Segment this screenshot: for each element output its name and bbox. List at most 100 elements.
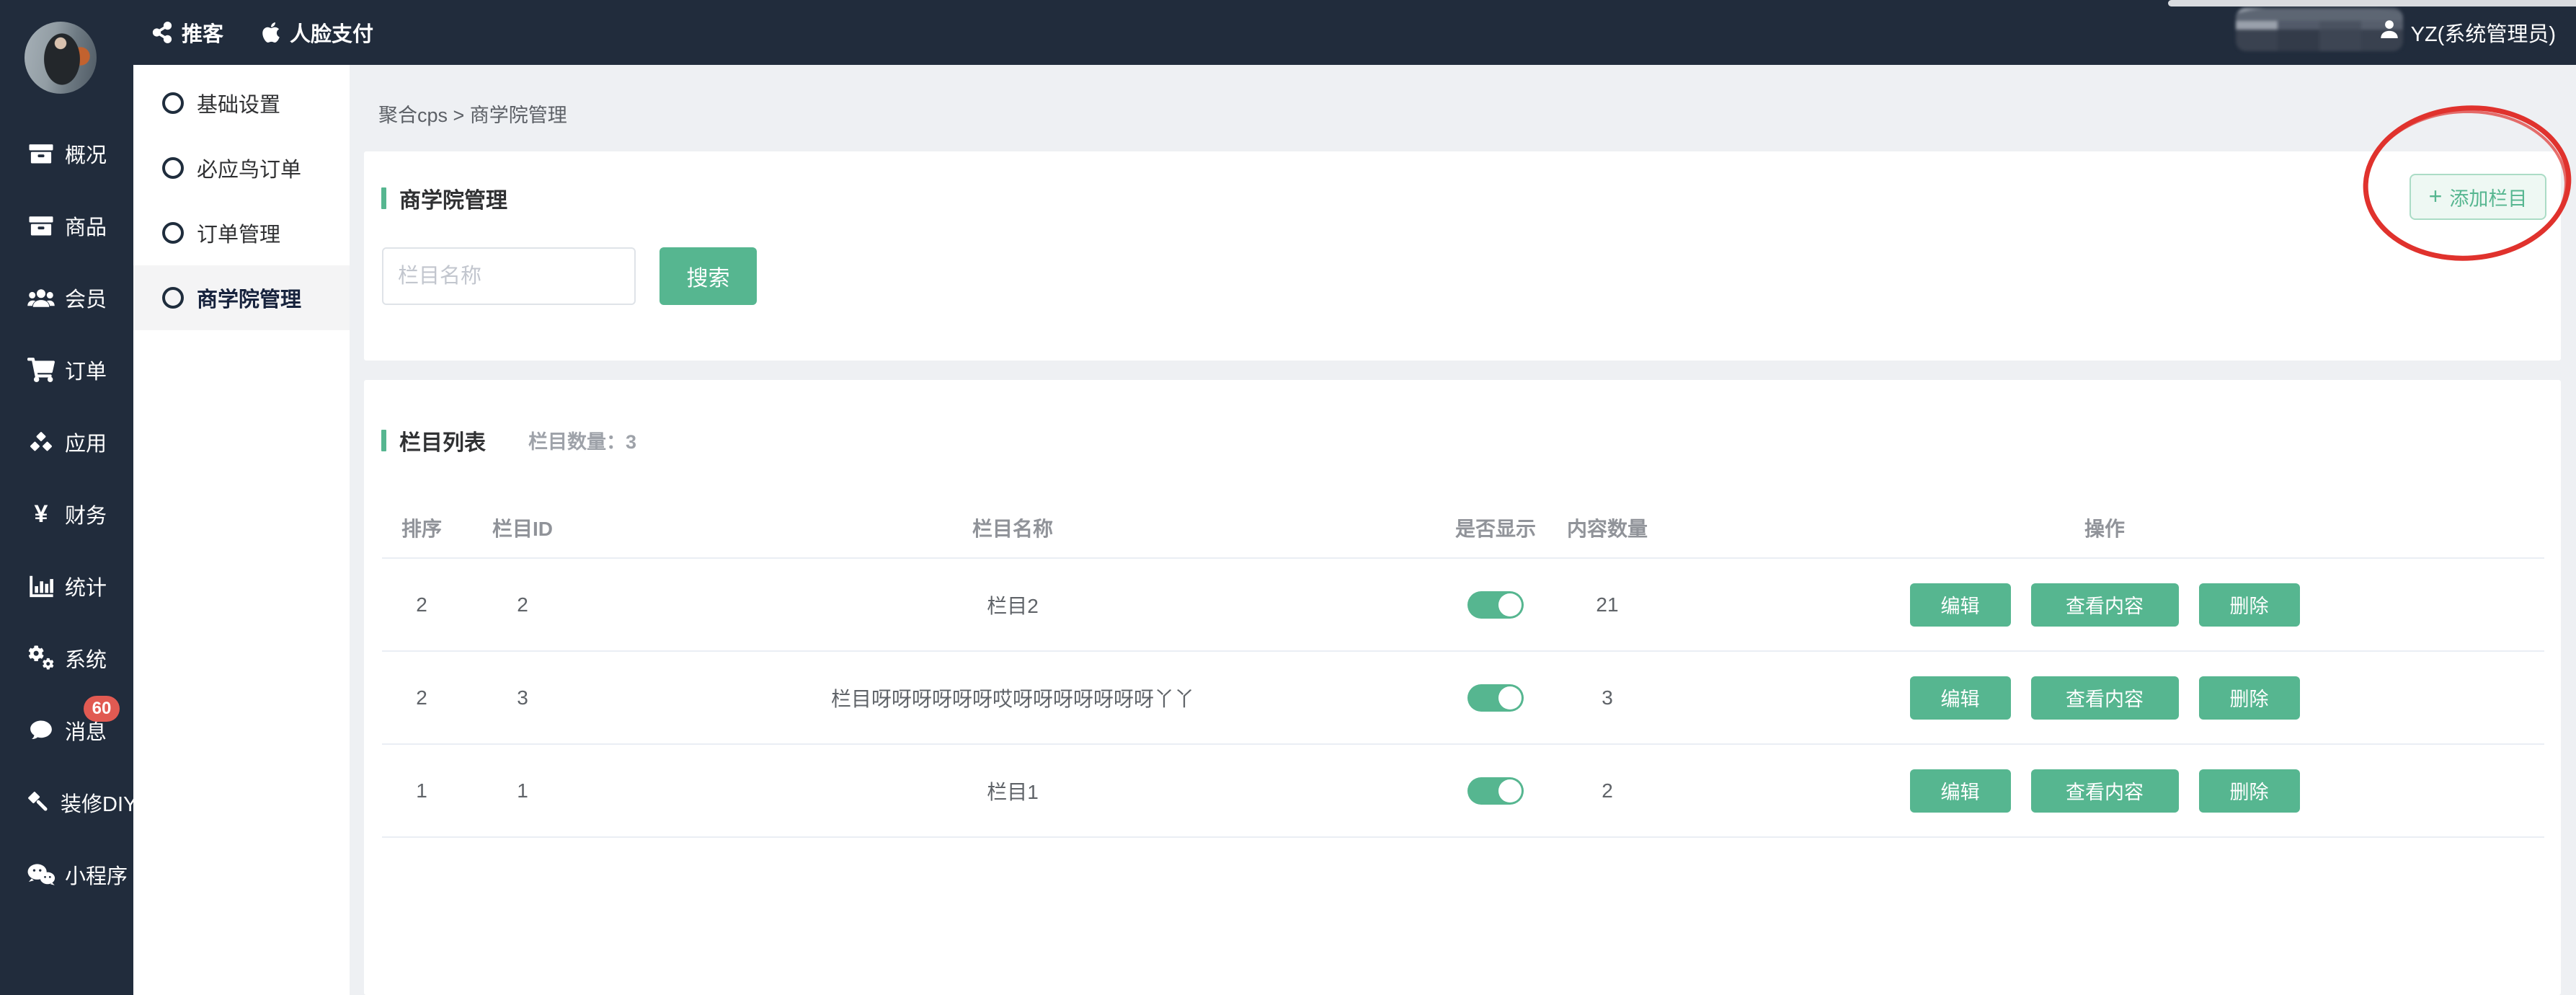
archive-icon <box>26 141 56 167</box>
main-content: 聚合cps > 商学院管理 商学院管理 搜索 + 添加栏目 栏目列表 栏目数量：… <box>350 65 2576 995</box>
user-label: YZ(系统管理员) <box>2411 17 2556 48</box>
visibility-toggle[interactable] <box>1467 684 1524 712</box>
visibility-toggle[interactable] <box>1467 777 1524 805</box>
breadcrumb: 聚合cps > 商学院管理 <box>378 100 567 128</box>
view-content-button[interactable]: 查看内容 <box>2031 583 2179 627</box>
column-header-name: 栏目名称 <box>584 513 1442 542</box>
share-icon <box>151 22 173 43</box>
row-id: 3 <box>461 686 584 709</box>
edit-button[interactable]: 编辑 <box>1910 769 2011 813</box>
sidebar-item-stats[interactable]: 统计 <box>0 550 133 622</box>
add-column-button[interactable]: + 添加栏目 <box>2410 174 2546 220</box>
column-name-input[interactable] <box>382 247 636 305</box>
delete-button[interactable]: 删除 <box>2199 676 2300 720</box>
sidebar-item-apps[interactable]: 应用 <box>0 406 133 478</box>
sidebar-item-system[interactable]: 系统 <box>0 622 133 694</box>
row-sort: 2 <box>382 686 461 709</box>
sidebar-item-label: 小程序 <box>65 859 128 890</box>
row-actions: 编辑 查看内容 删除 <box>1665 583 2544 627</box>
row-name: 栏目呀呀呀呀呀呀哎呀呀呀呀呀呀呀丫丫 <box>584 684 1442 712</box>
top-navbar: 推客 人脸支付 YZ(系统管理员) <box>0 0 2576 65</box>
table-body: 2 2 栏目2 21 编辑 查看内容 删除 2 3 栏目呀呀呀呀呀呀哎呀呀呀呀呀… <box>382 559 2544 838</box>
sidebar-item-label: 装修DIY <box>61 787 137 818</box>
user-menu[interactable]: YZ(系统管理员) <box>2378 0 2556 65</box>
main-sidebar: 概况 商品 会员 订单 应用 ¥ 财务 <box>0 0 133 995</box>
view-content-button[interactable]: 查看内容 <box>2031 676 2179 720</box>
sidebar-item-orders[interactable]: 订单 <box>0 334 133 406</box>
title-accent-bar <box>381 430 386 451</box>
sidebar-item-label: 统计 <box>65 571 107 601</box>
submenu-item-label: 商学院管理 <box>197 283 301 313</box>
search-button[interactable]: 搜索 <box>659 247 757 305</box>
sidebar-item-messages[interactable]: 消息 60 <box>0 694 133 766</box>
submenu-item-order-management[interactable]: 订单管理 <box>133 200 350 265</box>
row-id: 1 <box>461 779 584 802</box>
row-visible <box>1442 777 1550 805</box>
yen-icon: ¥ <box>26 502 56 526</box>
sidebar-item-overview[interactable]: 概况 <box>0 118 133 190</box>
delete-button[interactable]: 删除 <box>2199 769 2300 813</box>
wechat-icon <box>26 862 56 887</box>
submenu-item-label: 订单管理 <box>197 218 280 248</box>
row-sort: 2 <box>382 593 461 616</box>
topbar-item-face-pay[interactable]: 人脸支付 <box>261 17 373 48</box>
visibility-toggle[interactable] <box>1467 591 1524 619</box>
row-count: 2 <box>1550 779 1665 802</box>
sidebar-item-label: 概况 <box>65 138 107 169</box>
toggle-knob <box>1498 686 1522 709</box>
sidebar-item-label: 系统 <box>65 643 107 673</box>
archive-icon <box>26 213 56 239</box>
page-title: 商学院管理 <box>399 182 507 214</box>
row-count: 3 <box>1550 686 1665 709</box>
row-actions: 编辑 查看内容 删除 <box>1665 676 2544 720</box>
toggle-knob <box>1498 779 1522 802</box>
message-count-badge: 60 <box>84 696 120 722</box>
sidebar-item-decorate-diy[interactable]: 装修DIY <box>0 766 133 839</box>
toggle-knob <box>1498 593 1522 616</box>
add-column-label: 添加栏目 <box>2449 183 2527 211</box>
sidebar-item-mini-program[interactable]: 小程序 <box>0 839 133 911</box>
sidebar-item-label: 订单 <box>65 355 107 385</box>
user-icon <box>2378 18 2401 47</box>
row-count: 21 <box>1550 593 1665 616</box>
submenu-item-label: 必应鸟订单 <box>197 153 301 183</box>
list-title: 栏目列表 <box>399 425 486 456</box>
avatar[interactable] <box>25 22 97 94</box>
column-header-visible: 是否显示 <box>1442 513 1550 542</box>
table-row: 1 1 栏目1 2 编辑 查看内容 删除 <box>382 745 2544 838</box>
sidebar-item-label: 会员 <box>65 283 107 313</box>
row-name: 栏目1 <box>584 777 1442 805</box>
edit-button[interactable]: 编辑 <box>1910 583 2011 627</box>
sidebar-item-members[interactable]: 会员 <box>0 262 133 334</box>
edit-button[interactable]: 编辑 <box>1910 676 2011 720</box>
title-accent-bar <box>381 187 386 209</box>
scrollbar-remnant <box>2168 0 2576 6</box>
submenu-item-bingyingniao-orders[interactable]: 必应鸟订单 <box>133 136 350 200</box>
topbar-item-label: 推客 <box>182 17 223 48</box>
column-header-actions: 操作 <box>1665 513 2544 542</box>
row-visible <box>1442 684 1550 712</box>
sidebar-item-finance[interactable]: ¥ 财务 <box>0 478 133 550</box>
row-name: 栏目2 <box>584 591 1442 619</box>
search-card: 商学院管理 搜索 + 添加栏目 <box>364 151 2561 361</box>
sidebar-item-goods[interactable]: 商品 <box>0 190 133 262</box>
topbar-item-tuike[interactable]: 推客 <box>151 17 223 48</box>
plus-icon: + <box>2429 185 2443 208</box>
comment-icon <box>26 718 56 743</box>
cubes-icon <box>26 429 56 455</box>
column-header-id: 栏目ID <box>461 513 584 542</box>
secondary-menu: 基础设置 必应鸟订单 订单管理 商学院管理 <box>133 65 350 995</box>
submenu-item-label: 基础设置 <box>197 88 280 118</box>
gavel-icon <box>26 790 52 815</box>
column-header-sort: 排序 <box>382 513 461 542</box>
submenu-item-basic-settings[interactable]: 基础设置 <box>133 71 350 136</box>
submenu-item-business-school[interactable]: 商学院管理 <box>133 265 350 330</box>
table-row: 2 2 栏目2 21 编辑 查看内容 删除 <box>382 559 2544 652</box>
circle-icon <box>162 287 184 309</box>
topbar-menu: 推客 人脸支付 <box>151 0 373 65</box>
circle-icon <box>162 157 184 179</box>
gears-icon <box>26 645 56 671</box>
delete-button[interactable]: 删除 <box>2199 583 2300 627</box>
view-content-button[interactable]: 查看内容 <box>2031 769 2179 813</box>
column-header-count: 内容数量 <box>1550 513 1665 542</box>
